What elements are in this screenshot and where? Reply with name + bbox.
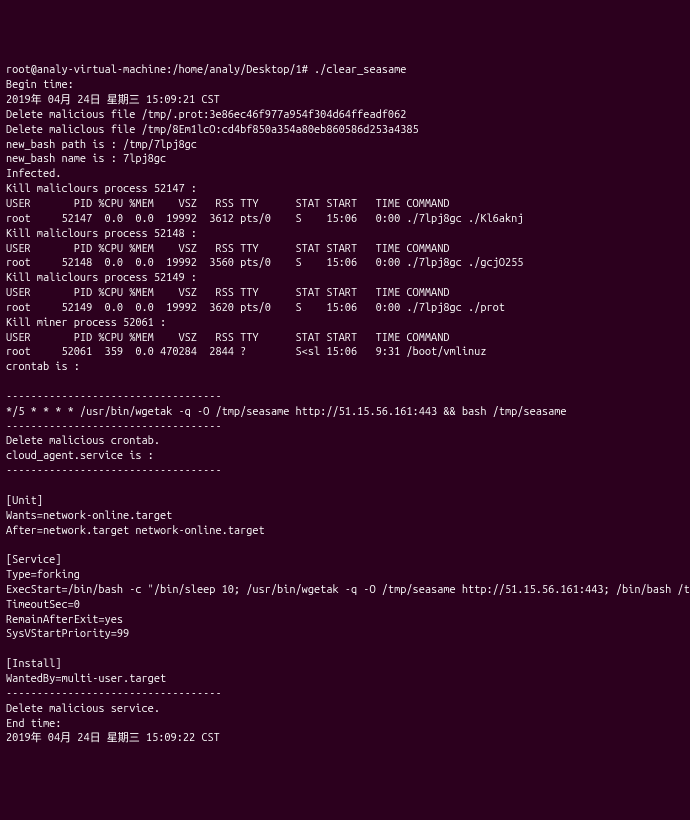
proc-row-3: root 52149 0.0 0.0 19992 3620 pts/0 S 15… xyxy=(6,302,505,314)
crontab-label: crontab is : xyxy=(6,361,80,373)
infected-label: Infected. xyxy=(6,168,61,180)
dash-line: ----------------------------------- xyxy=(6,688,222,700)
service-timeout: TimeoutSec=0 xyxy=(6,599,80,611)
dash-line: ----------------------------------- xyxy=(6,421,222,433)
kill-proc-3: Kill maliclours process 52149 : xyxy=(6,272,197,284)
cloud-agent-label: cloud_agent.service is : xyxy=(6,450,154,462)
new-bash-path: new_bash path is : /tmp/7lpj8gc xyxy=(6,139,197,151)
proc-row-2: root 52148 0.0 0.0 19992 3560 pts/0 S 15… xyxy=(6,257,523,269)
end-time: 2019年 04月 24日 星期三 15:09:22 CST xyxy=(6,732,220,744)
service-sysv: SysVStartPriority=99 xyxy=(6,628,129,640)
begin-time: 2019年 04月 24日 星期三 15:09:21 CST xyxy=(6,94,220,106)
service-execstart: ExecStart=/bin/bash -c "/bin/sleep 10; /… xyxy=(6,584,690,596)
delete-file-2: Delete maliclous file /tmp/8Em1lcO:cd4bf… xyxy=(6,124,419,136)
dash-line: ----------------------------------- xyxy=(6,465,222,477)
service-section: [Service] xyxy=(6,554,61,566)
cron-rule: */5 * * * * /usr/bin/wgetak -q -O /tmp/s… xyxy=(6,406,567,418)
proc-header: USER PID %CPU %MEM VSZ RSS TTY STAT STAR… xyxy=(6,198,450,210)
proc-header: USER PID %CPU %MEM VSZ RSS TTY STAT STAR… xyxy=(6,332,450,344)
delete-file-1: Delete malicious file /tmp/.prot:3e86ec4… xyxy=(6,109,406,121)
install-wantedby: WantedBy=multi-user.target xyxy=(6,673,166,685)
delete-service: Delete malicious service. xyxy=(6,703,160,715)
proc-row-1: root 52147 0.0 0.0 19992 3612 pts/0 S 15… xyxy=(6,213,523,225)
delete-crontab: Delete malicious crontab. xyxy=(6,435,160,447)
begin-label: Begin time: xyxy=(6,79,74,91)
install-section: [Install] xyxy=(6,658,61,670)
new-bash-name: new_bash name is : 7lpj8gc xyxy=(6,153,166,165)
kill-proc-1: Kill maliclours process 52147 : xyxy=(6,183,197,195)
prompt-command: ./clear_seasame xyxy=(308,64,407,76)
proc-row-4: root 52061 359 0.0 470284 2844 ? S<sl 15… xyxy=(6,346,486,358)
prompt-path: :/home/analy/Desktop/1# xyxy=(166,64,308,76)
dash-line: ----------------------------------- xyxy=(6,391,222,403)
unit-after: After=network.target network-online.targ… xyxy=(6,525,265,537)
proc-header: USER PID %CPU %MEM VSZ RSS TTY STAT STAR… xyxy=(6,287,450,299)
service-remain: RemainAfterExit=yes xyxy=(6,614,123,626)
terminal-output[interactable]: root@analy-virtual-machine:/home/analy/D… xyxy=(6,63,684,746)
service-type: Type=forking xyxy=(6,569,80,581)
unit-wants: Wants=network-online.target xyxy=(6,510,172,522)
prompt-user-host: root@analy-virtual-machine xyxy=(6,64,166,76)
proc-header: USER PID %CPU %MEM VSZ RSS TTY STAT STAR… xyxy=(6,243,450,255)
end-label: End time: xyxy=(6,718,61,730)
kill-proc-2: Kill maliclours process 52148 : xyxy=(6,228,197,240)
kill-proc-4: Kill miner process 52061 : xyxy=(6,317,166,329)
unit-section: [Unit] xyxy=(6,495,43,507)
